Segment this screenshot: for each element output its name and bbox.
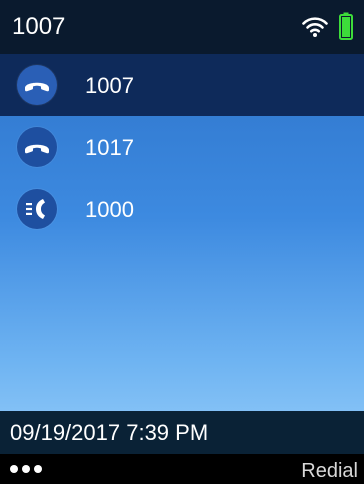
phone-screen: 1007 1007 1017 1000 09/19/2017 7:39 PM R… <box>0 0 364 484</box>
recent-call-row[interactable]: 1007 <box>0 54 364 116</box>
battery-icon <box>339 12 353 40</box>
status-bar: 1007 <box>0 0 364 54</box>
datetime-bar: 09/19/2017 7:39 PM <box>0 411 364 454</box>
softkey-bar: Redial <box>0 454 364 484</box>
recent-call-row[interactable]: 1017 <box>0 116 364 178</box>
recent-call-label: 1007 <box>85 73 134 98</box>
more-dots-icon[interactable] <box>8 458 48 480</box>
recent-call-label: 1017 <box>85 135 134 160</box>
voicemail-handset-icon <box>17 189 57 229</box>
handset-icon <box>17 127 57 167</box>
redial-button[interactable]: Redial <box>301 460 358 482</box>
wifi-icon <box>302 17 328 37</box>
handset-icon <box>17 65 57 105</box>
line-number-label: 1007 <box>12 13 66 40</box>
recent-call-row[interactable]: 1000 <box>0 178 364 240</box>
recents-list: 1007 1017 1000 <box>0 54 364 240</box>
recent-call-label: 1000 <box>85 197 134 222</box>
datetime-label: 09/19/2017 7:39 PM <box>10 420 209 445</box>
